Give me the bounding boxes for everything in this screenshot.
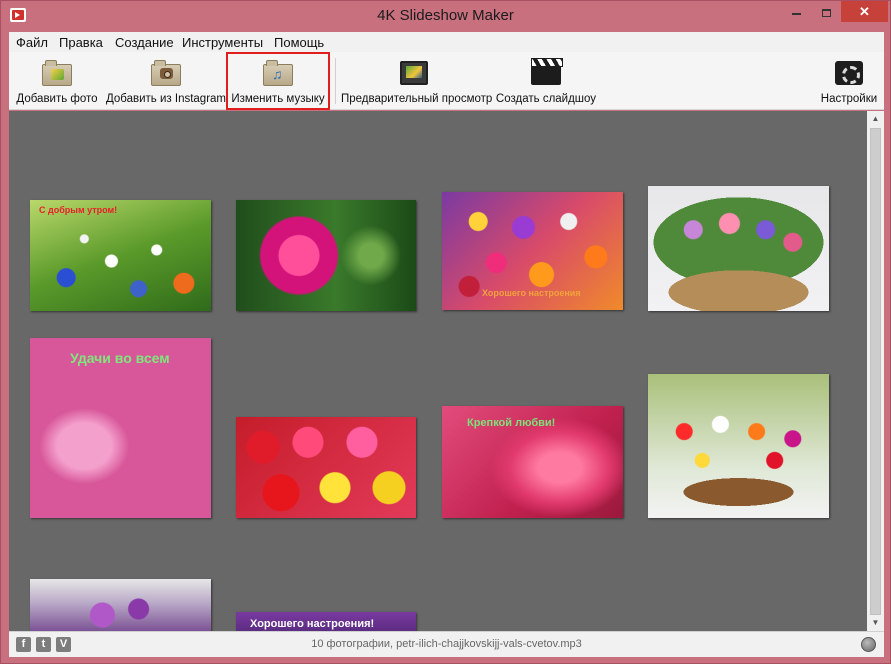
photo-thumbnail[interactable]: Хорошего настроения	[442, 192, 623, 310]
close-button[interactable]: ✕	[841, 1, 888, 22]
menu-edit[interactable]: Правка	[59, 35, 103, 50]
vertical-scrollbar[interactable]: ▲ ▼	[867, 111, 884, 631]
create-slideshow-button[interactable]: Создать слайдшоу	[494, 52, 598, 110]
photo-caption: Удачи во всем	[70, 350, 170, 366]
photo-thumbnail[interactable]: Крепкой любви!	[442, 406, 623, 518]
minimize-icon	[791, 12, 801, 15]
photo-thumbnail[interactable]	[236, 417, 416, 518]
minimize-button[interactable]	[781, 1, 811, 22]
folder-camera-icon	[151, 59, 181, 86]
globe-icon[interactable]	[861, 637, 876, 652]
scroll-up-icon[interactable]: ▲	[867, 111, 884, 127]
title-bar[interactable]: 4K Slideshow Maker ✕	[1, 1, 890, 31]
preview-icon	[399, 59, 429, 86]
menu-bar: Файл Правка Создание Инструменты Помощь	[9, 32, 884, 52]
add-instagram-label: Добавить из Instagram	[105, 93, 227, 105]
app-window: 4K Slideshow Maker ✕ Файл Правка Создани…	[0, 0, 891, 664]
change-music-button[interactable]: ♫ Изменить музыку	[226, 52, 330, 110]
photo-thumbnail[interactable]	[30, 579, 211, 631]
menu-tools[interactable]: Инструменты	[182, 35, 263, 50]
photo-grid[interactable]: С добрым утром! Хорошего настроения Удач…	[9, 111, 867, 631]
preview-label: Предварительный просмотр	[341, 93, 493, 105]
clapperboard-icon	[531, 58, 563, 86]
maximize-icon	[821, 8, 831, 17]
scrollbar-thumb[interactable]	[870, 128, 881, 615]
photo-thumbnail[interactable]	[236, 200, 416, 311]
menu-create[interactable]: Создание	[115, 35, 174, 50]
photo-caption: Хорошего настроения!	[250, 618, 375, 630]
photo-caption: Хорошего настроения	[482, 288, 581, 298]
add-photo-button[interactable]: Добавить фото	[12, 52, 102, 110]
add-instagram-button[interactable]: Добавить из Instagram	[104, 52, 228, 110]
menu-file[interactable]: Файл	[16, 35, 48, 50]
settings-label: Настройки	[820, 93, 878, 105]
settings-icon	[834, 59, 864, 86]
window-title: 4K Slideshow Maker	[377, 7, 514, 24]
status-bar: f t V 10 фотографии, petr-ilich-chajjkov…	[9, 631, 884, 657]
change-music-label: Изменить музыку	[231, 93, 325, 105]
toolbar: Добавить фото Добавить из Instagram ♫ Из…	[9, 52, 884, 110]
folder-photo-icon	[42, 59, 72, 86]
photo-thumbnail[interactable]	[648, 186, 829, 311]
photo-thumbnail[interactable]: Удачи во всем	[30, 338, 211, 518]
photo-thumbnail[interactable]	[648, 374, 829, 518]
menu-help[interactable]: Помощь	[274, 35, 324, 50]
photo-caption: Крепкой любви!	[467, 417, 556, 429]
folder-music-icon: ♫	[263, 59, 293, 86]
photo-thumbnail[interactable]: Хорошего настроения!	[236, 612, 416, 631]
photo-thumbnail[interactable]: С добрым утром!	[30, 200, 211, 311]
toolbar-divider	[335, 58, 336, 104]
maximize-button[interactable]	[811, 1, 841, 22]
create-slideshow-label: Создать слайдшоу	[495, 93, 597, 105]
add-photo-label: Добавить фото	[16, 93, 98, 105]
preview-button[interactable]: Предварительный просмотр	[341, 52, 493, 110]
status-text: 10 фотографии, petr-ilich-chajjkovskijj-…	[311, 638, 582, 650]
scroll-down-icon[interactable]: ▼	[867, 615, 884, 631]
settings-button[interactable]: Настройки	[817, 52, 881, 110]
photo-caption: С добрым утром!	[39, 205, 118, 215]
